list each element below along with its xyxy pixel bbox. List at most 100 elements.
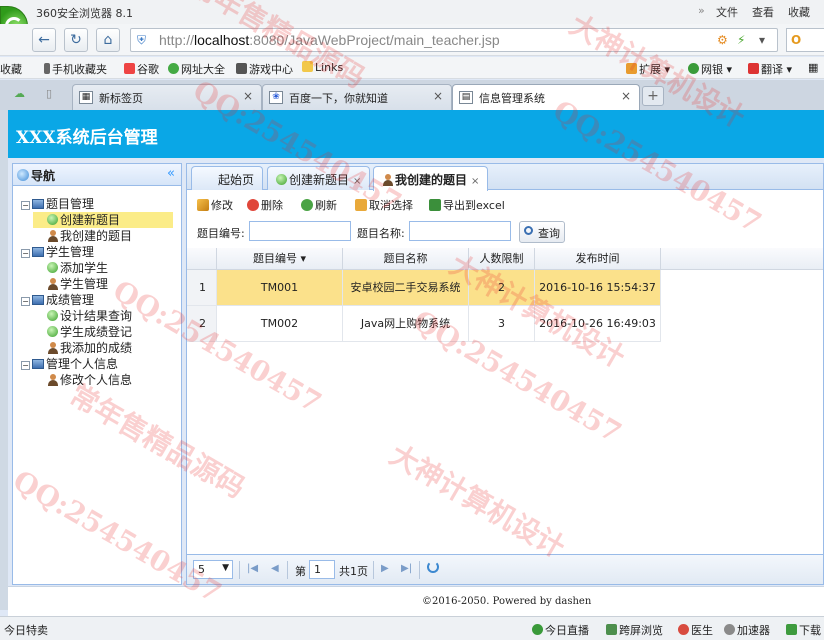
pager-refresh-icon[interactable] <box>427 561 439 573</box>
edit-button[interactable]: 修改 <box>197 197 233 213</box>
export-label: 导出到excel <box>443 199 505 212</box>
url-host: localhost <box>194 32 250 48</box>
browser-tab-label: 信息管理系统 <box>479 92 545 105</box>
table-row[interactable]: 1 TM001 安卓校园二手交易系统 2 2016-10-16 15:54:37 <box>187 270 823 306</box>
device-icon[interactable]: ▯ <box>46 87 52 100</box>
bookmark-mobile[interactable]: 手机收藏夹 <box>44 61 107 77</box>
table-row[interactable]: 2 TM002 Java网上购物系统 3 2016-10-26 16:49:03 <box>187 306 823 342</box>
status-download[interactable]: 下载 <box>786 622 821 638</box>
prev-page-icon[interactable]: ◀ <box>271 563 279 574</box>
phone-icon <box>44 63 50 74</box>
tree-label: 我添加的成绩 <box>60 341 133 355</box>
page-footer: ©2016-2050. Powered by dashen <box>8 586 824 616</box>
tree-item-my-grades[interactable]: 我添加的成绩 <box>33 340 132 356</box>
collapse-toggle-icon[interactable]: − <box>21 201 30 210</box>
dropdown-icon[interactable]: ▾ <box>759 33 765 47</box>
tab-close-icon[interactable]: × <box>433 89 443 103</box>
baidu-icon: ❀ <box>269 91 283 104</box>
compat-icon[interactable]: ⚙ <box>717 33 728 47</box>
bookmark-favorites[interactable]: 收藏 <box>0 61 22 77</box>
address-url[interactable]: http://localhost:8080/JavaWebProject/mai… <box>159 32 500 48</box>
grid-header-id[interactable]: 题目编号 ▾ <box>217 248 343 270</box>
cell-topic-id: TM001 <box>217 270 343 306</box>
tree-item-add-student[interactable]: 添加学生 <box>33 260 108 276</box>
cell-publish-time: 2016-10-26 16:49:03 <box>535 306 661 342</box>
menu-more-icon[interactable]: » <box>698 4 705 17</box>
tree-item-design-results[interactable]: 设计结果查询 <box>33 308 132 324</box>
tree-group-profile[interactable]: − 管理个人信息 <box>21 356 118 372</box>
status-crossscreen[interactable]: 跨屏浏览 <box>606 622 663 638</box>
status-deals[interactable]: 今日特卖 <box>4 622 48 638</box>
last-page-icon[interactable]: ▶| <box>401 563 412 574</box>
search-label: 查询 <box>538 227 560 240</box>
cancel-select-button[interactable]: 取消选择 <box>355 197 413 213</box>
collapse-icon[interactable]: « <box>167 166 175 181</box>
page-number-input[interactable]: 1 <box>309 560 335 579</box>
tab-create-topic[interactable]: 创建新题目 × <box>267 166 371 190</box>
status-live[interactable]: 今日直播 <box>532 622 589 638</box>
browser-app-title: 360安全浏览器 8.1 <box>36 7 133 20</box>
topic-name-input[interactable] <box>409 221 511 241</box>
browser-tab-newtab[interactable]: ▦ 新标签页 × <box>72 84 262 110</box>
tab-close-icon[interactable]: × <box>471 176 479 187</box>
bookmark-games[interactable]: 游戏中心 <box>236 61 293 77</box>
bookmark-google[interactable]: 谷歌 <box>124 61 159 77</box>
tree-item-create-topic[interactable]: 创建新题目 <box>33 212 173 228</box>
menu-favorites[interactable]: 收藏 <box>788 4 810 20</box>
tree-group-topics[interactable]: − 题目管理 <box>21 196 94 212</box>
grid-apps-icon[interactable]: ▦ <box>808 61 818 74</box>
cell-topic-name: 安卓校园二手交易系统 <box>343 270 469 306</box>
nav-panel-header: 导航 « <box>13 164 181 186</box>
browser-tab-baidu[interactable]: ❀ 百度一下，你就知道 × <box>262 84 452 110</box>
export-excel-button[interactable]: 导出到excel <box>429 197 505 213</box>
page-size-select[interactable]: 5 ▼ <box>193 560 233 579</box>
browser-statusbar: 今日特卖 今日直播 跨屏浏览 医生 加速器 下载 <box>0 616 824 640</box>
globe-icon <box>17 169 29 181</box>
first-page-icon[interactable]: |◀ <box>247 563 258 574</box>
menu-file[interactable]: 文件 <box>716 4 738 20</box>
grid-header-name[interactable]: 题目名称 <box>343 248 469 270</box>
status-accelerator[interactable]: 加速器 <box>724 622 770 638</box>
address-bar[interactable]: ⛨ http://localhost:8080/JavaWebProject/m… <box>130 28 778 52</box>
refresh-button[interactable]: 刷新 <box>301 197 337 213</box>
tree-group-grades[interactable]: − 成绩管理 <box>21 292 94 308</box>
cloud-icon[interactable]: ☁ <box>14 87 25 100</box>
back-button[interactable]: ← <box>32 28 56 52</box>
new-tab-button[interactable]: + <box>642 86 664 106</box>
collapse-toggle-icon[interactable]: − <box>21 249 30 258</box>
grid-header-limit[interactable]: 人数限制 <box>469 248 535 270</box>
sort-icon: ▾ <box>300 252 307 265</box>
search-input[interactable]: O <box>786 28 824 52</box>
translate-button[interactable]: 翻译 ▾ <box>748 61 792 77</box>
refresh-icon <box>301 199 313 211</box>
collapse-toggle-icon[interactable]: − <box>21 361 30 370</box>
reload-button[interactable]: ↻ <box>64 28 88 52</box>
topic-id-input[interactable] <box>249 221 351 241</box>
next-page-icon[interactable]: ▶ <box>381 563 389 574</box>
netbank-button[interactable]: 网银 ▾ <box>688 61 732 77</box>
tab-close-icon[interactable]: × <box>621 89 631 103</box>
tree-item-my-topics[interactable]: 我创建的题目 <box>33 228 132 244</box>
tree-group-students[interactable]: − 学生管理 <box>21 244 94 260</box>
search-engine-icon[interactable]: O <box>791 33 801 47</box>
status-doctor[interactable]: 医生 <box>678 622 713 638</box>
collapse-toggle-icon[interactable]: − <box>21 297 30 306</box>
extension-button[interactable]: 扩展 ▾ <box>626 61 670 77</box>
menu-view[interactable]: 查看 <box>752 4 774 20</box>
browser-tab-info-system[interactable]: ▤ 信息管理系统 × <box>452 84 640 110</box>
tab-close-icon[interactable]: × <box>243 89 253 103</box>
speed-icon[interactable]: ⚡ <box>737 33 745 47</box>
play-icon <box>532 624 543 635</box>
grid-header-time[interactable]: 发布时间 <box>535 248 661 270</box>
tree-item-manage-students[interactable]: 学生管理 <box>33 276 108 292</box>
tab-my-topics[interactable]: 我创建的题目 × <box>373 166 489 191</box>
tree-item-grade-register[interactable]: 学生成绩登记 <box>33 324 132 340</box>
tree-item-edit-profile[interactable]: 修改个人信息 <box>33 372 132 388</box>
tab-home[interactable]: 起始页 <box>191 166 263 190</box>
search-button[interactable]: 查询 <box>519 221 565 243</box>
home-button[interactable]: ⌂ <box>96 28 120 52</box>
bookmark-sites[interactable]: 网址大全 <box>168 61 225 77</box>
bookmark-links[interactable]: Links <box>302 61 343 74</box>
tab-close-icon[interactable]: × <box>353 176 361 187</box>
delete-button[interactable]: 删除 <box>247 197 283 213</box>
